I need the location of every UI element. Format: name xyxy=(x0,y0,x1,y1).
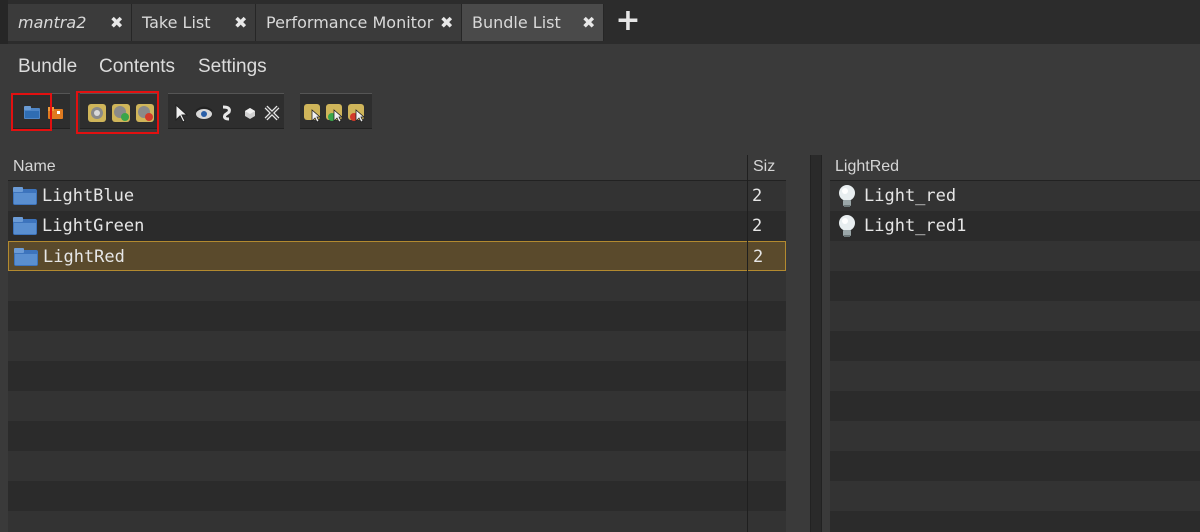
toolbar-group-contents xyxy=(168,93,284,129)
menu-settings[interactable]: Settings xyxy=(198,56,267,78)
folder-icon xyxy=(13,187,37,205)
table-row-empty xyxy=(8,391,786,421)
column-header-size-label: Siz xyxy=(753,158,776,175)
splitter-handle[interactable] xyxy=(810,155,822,532)
tab-label: mantra2 xyxy=(18,13,87,32)
toolbar-group-bundle xyxy=(12,93,70,129)
filter-add-icon[interactable] xyxy=(111,103,131,123)
folder-icon xyxy=(13,217,37,235)
menu-bundle[interactable]: Bundle xyxy=(18,56,77,78)
column-header-name[interactable]: Name xyxy=(8,155,747,181)
pick-node-icon[interactable] xyxy=(303,103,323,123)
light-bulb-icon xyxy=(839,215,855,237)
table-row-empty xyxy=(8,331,786,361)
tab-mantra2[interactable]: mantra2 ✖ xyxy=(8,4,132,41)
table-row-empty xyxy=(8,511,786,532)
folder-icon xyxy=(14,248,38,266)
contents-header: LightRed xyxy=(830,155,1200,181)
table-row-empty xyxy=(8,481,786,511)
tab-bar: mantra2 ✖ Take List ✖ Performance Monito… xyxy=(0,0,1200,44)
tab-label: Performance Monitor xyxy=(266,13,434,32)
filter-remove-icon[interactable] xyxy=(135,103,155,123)
pane-splitter[interactable] xyxy=(786,155,830,532)
column-header-name-label: Name xyxy=(13,158,56,175)
contents-header-label: LightRed xyxy=(835,158,900,175)
tab-bar-edge xyxy=(0,0,8,44)
table-row-empty xyxy=(8,421,786,451)
table-row-lightblue[interactable]: LightBlue 2 xyxy=(8,181,786,211)
column-header-size[interactable]: Siz xyxy=(748,155,786,181)
table-row-empty xyxy=(8,451,786,481)
list-item-empty xyxy=(830,301,1200,331)
close-icon[interactable]: ✖ xyxy=(110,13,123,32)
bundle-contents-pane: LightRed Light_red Light_red1 xyxy=(830,155,1200,532)
column-divider[interactable] xyxy=(747,155,748,532)
tab-label: Take List xyxy=(142,13,211,32)
list-item-empty xyxy=(830,241,1200,271)
light-bulb-icon xyxy=(839,185,855,207)
filter-gear-icon[interactable] xyxy=(87,103,107,123)
add-tab-button[interactable]: + xyxy=(614,4,642,41)
tab-bundle-list[interactable]: Bundle List ✖ xyxy=(462,4,604,41)
tab-label: Bundle List xyxy=(472,13,561,32)
contents-item-name: Light_red1 xyxy=(864,216,967,236)
tab-take-list[interactable]: Take List ✖ xyxy=(132,4,256,41)
bundle-name: LightBlue xyxy=(42,186,135,206)
close-icon[interactable]: ✖ xyxy=(582,13,595,32)
bundle-size: 2 xyxy=(752,216,763,236)
table-row-lightred[interactable]: LightRed 2 xyxy=(8,241,786,271)
close-icon[interactable]: ✖ xyxy=(234,13,247,32)
visibility-eye-icon[interactable] xyxy=(194,103,214,123)
select-arrow-icon[interactable] xyxy=(171,103,191,123)
new-bundle-icon[interactable] xyxy=(22,103,42,123)
list-item-empty xyxy=(830,481,1200,511)
list-item-light-red[interactable]: Light_red xyxy=(830,181,1200,211)
contents-item-name: Light_red xyxy=(864,186,957,206)
bundle-list-pane: Name Siz LightBlue 2 LightGreen 2 LightR… xyxy=(8,155,786,532)
list-item-empty xyxy=(830,511,1200,532)
list-item-empty xyxy=(830,451,1200,481)
list-item-empty xyxy=(830,271,1200,301)
bundle-size: 2 xyxy=(753,247,764,267)
menu-bar: Bundle Contents Settings xyxy=(8,44,1200,89)
list-item-light-red1[interactable]: Light_red1 xyxy=(830,211,1200,241)
delete-x-icon[interactable] xyxy=(262,103,282,123)
menu-contents[interactable]: Contents xyxy=(99,56,175,78)
toolbar-group-pick xyxy=(300,93,372,129)
pick-add-icon[interactable] xyxy=(325,103,345,123)
list-item-empty xyxy=(830,421,1200,451)
list-item-empty xyxy=(830,361,1200,391)
table-row-empty xyxy=(8,361,786,391)
list-item-empty xyxy=(830,331,1200,361)
toolbar-group-filter xyxy=(80,93,158,129)
list-item-empty xyxy=(830,391,1200,421)
bundle-size: 2 xyxy=(752,186,763,206)
table-row-empty xyxy=(8,301,786,331)
bundle-name: LightRed xyxy=(43,247,125,267)
link-icon[interactable] xyxy=(217,103,237,123)
bundle-name: LightGreen xyxy=(42,216,145,236)
table-row-lightgreen[interactable]: LightGreen 2 xyxy=(8,211,786,241)
toolbar xyxy=(8,89,1200,151)
pick-remove-icon[interactable] xyxy=(347,103,367,123)
new-folder-icon[interactable] xyxy=(46,103,66,123)
table-row-empty xyxy=(8,271,786,301)
cube-icon[interactable] xyxy=(240,103,260,123)
tab-performance-monitor[interactable]: Performance Monitor ✖ xyxy=(256,4,462,41)
close-icon[interactable]: ✖ xyxy=(440,13,453,32)
